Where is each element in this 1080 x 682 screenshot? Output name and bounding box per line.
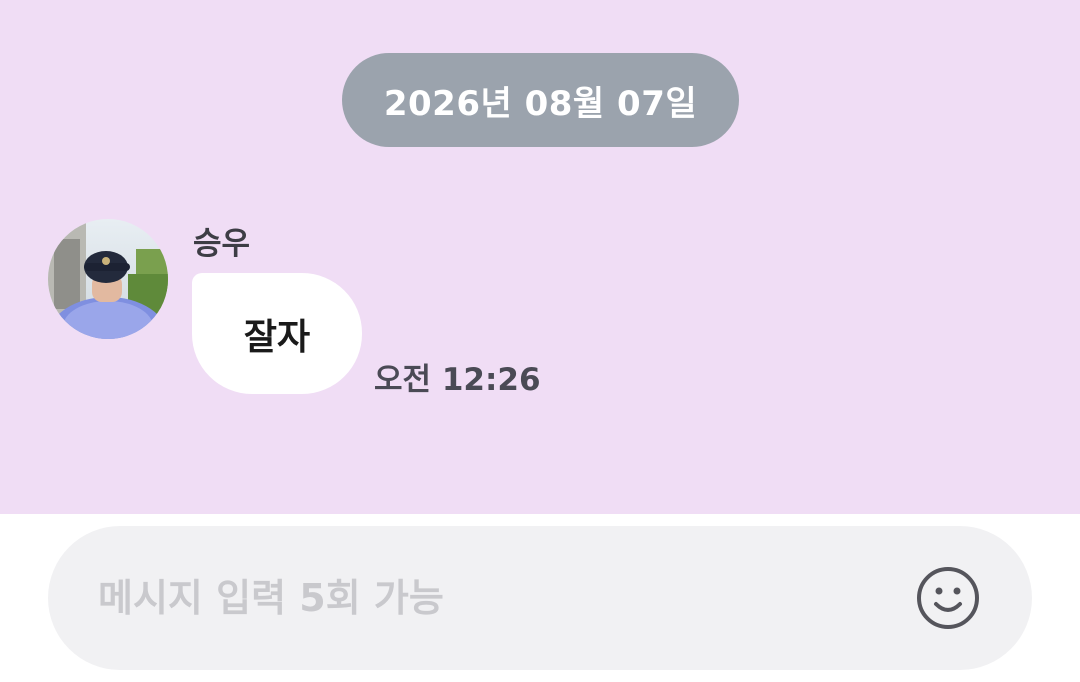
message-timestamp: 오전 12:26 xyxy=(374,362,541,398)
message-text: 잘자 xyxy=(243,316,311,358)
chat-screen: 2026년 08월 07일 승우 잘자 오전 12:26 메시지 입력 5회 가… xyxy=(0,0,1080,682)
profile-photo xyxy=(48,219,168,339)
date-separator: 2026년 08월 07일 xyxy=(342,53,739,147)
message-bubble[interactable]: 잘자 xyxy=(192,273,362,394)
sender-name: 승우 xyxy=(193,226,251,262)
smiley-icon[interactable] xyxy=(914,564,982,632)
avatar[interactable] xyxy=(48,219,168,339)
message-input[interactable] xyxy=(98,526,898,670)
message-composer xyxy=(48,526,1032,670)
chat-message-area[interactable]: 2026년 08월 07일 승우 잘자 오전 12:26 xyxy=(0,0,1080,514)
